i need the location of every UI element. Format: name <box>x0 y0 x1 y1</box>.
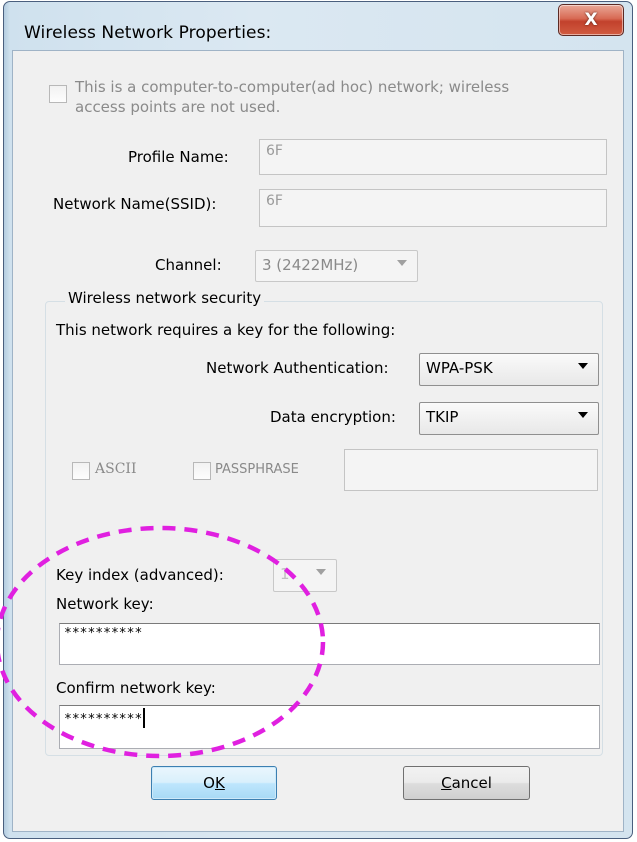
highlight-annotation <box>0 525 326 759</box>
highlight-ellipse <box>0 525 326 759</box>
